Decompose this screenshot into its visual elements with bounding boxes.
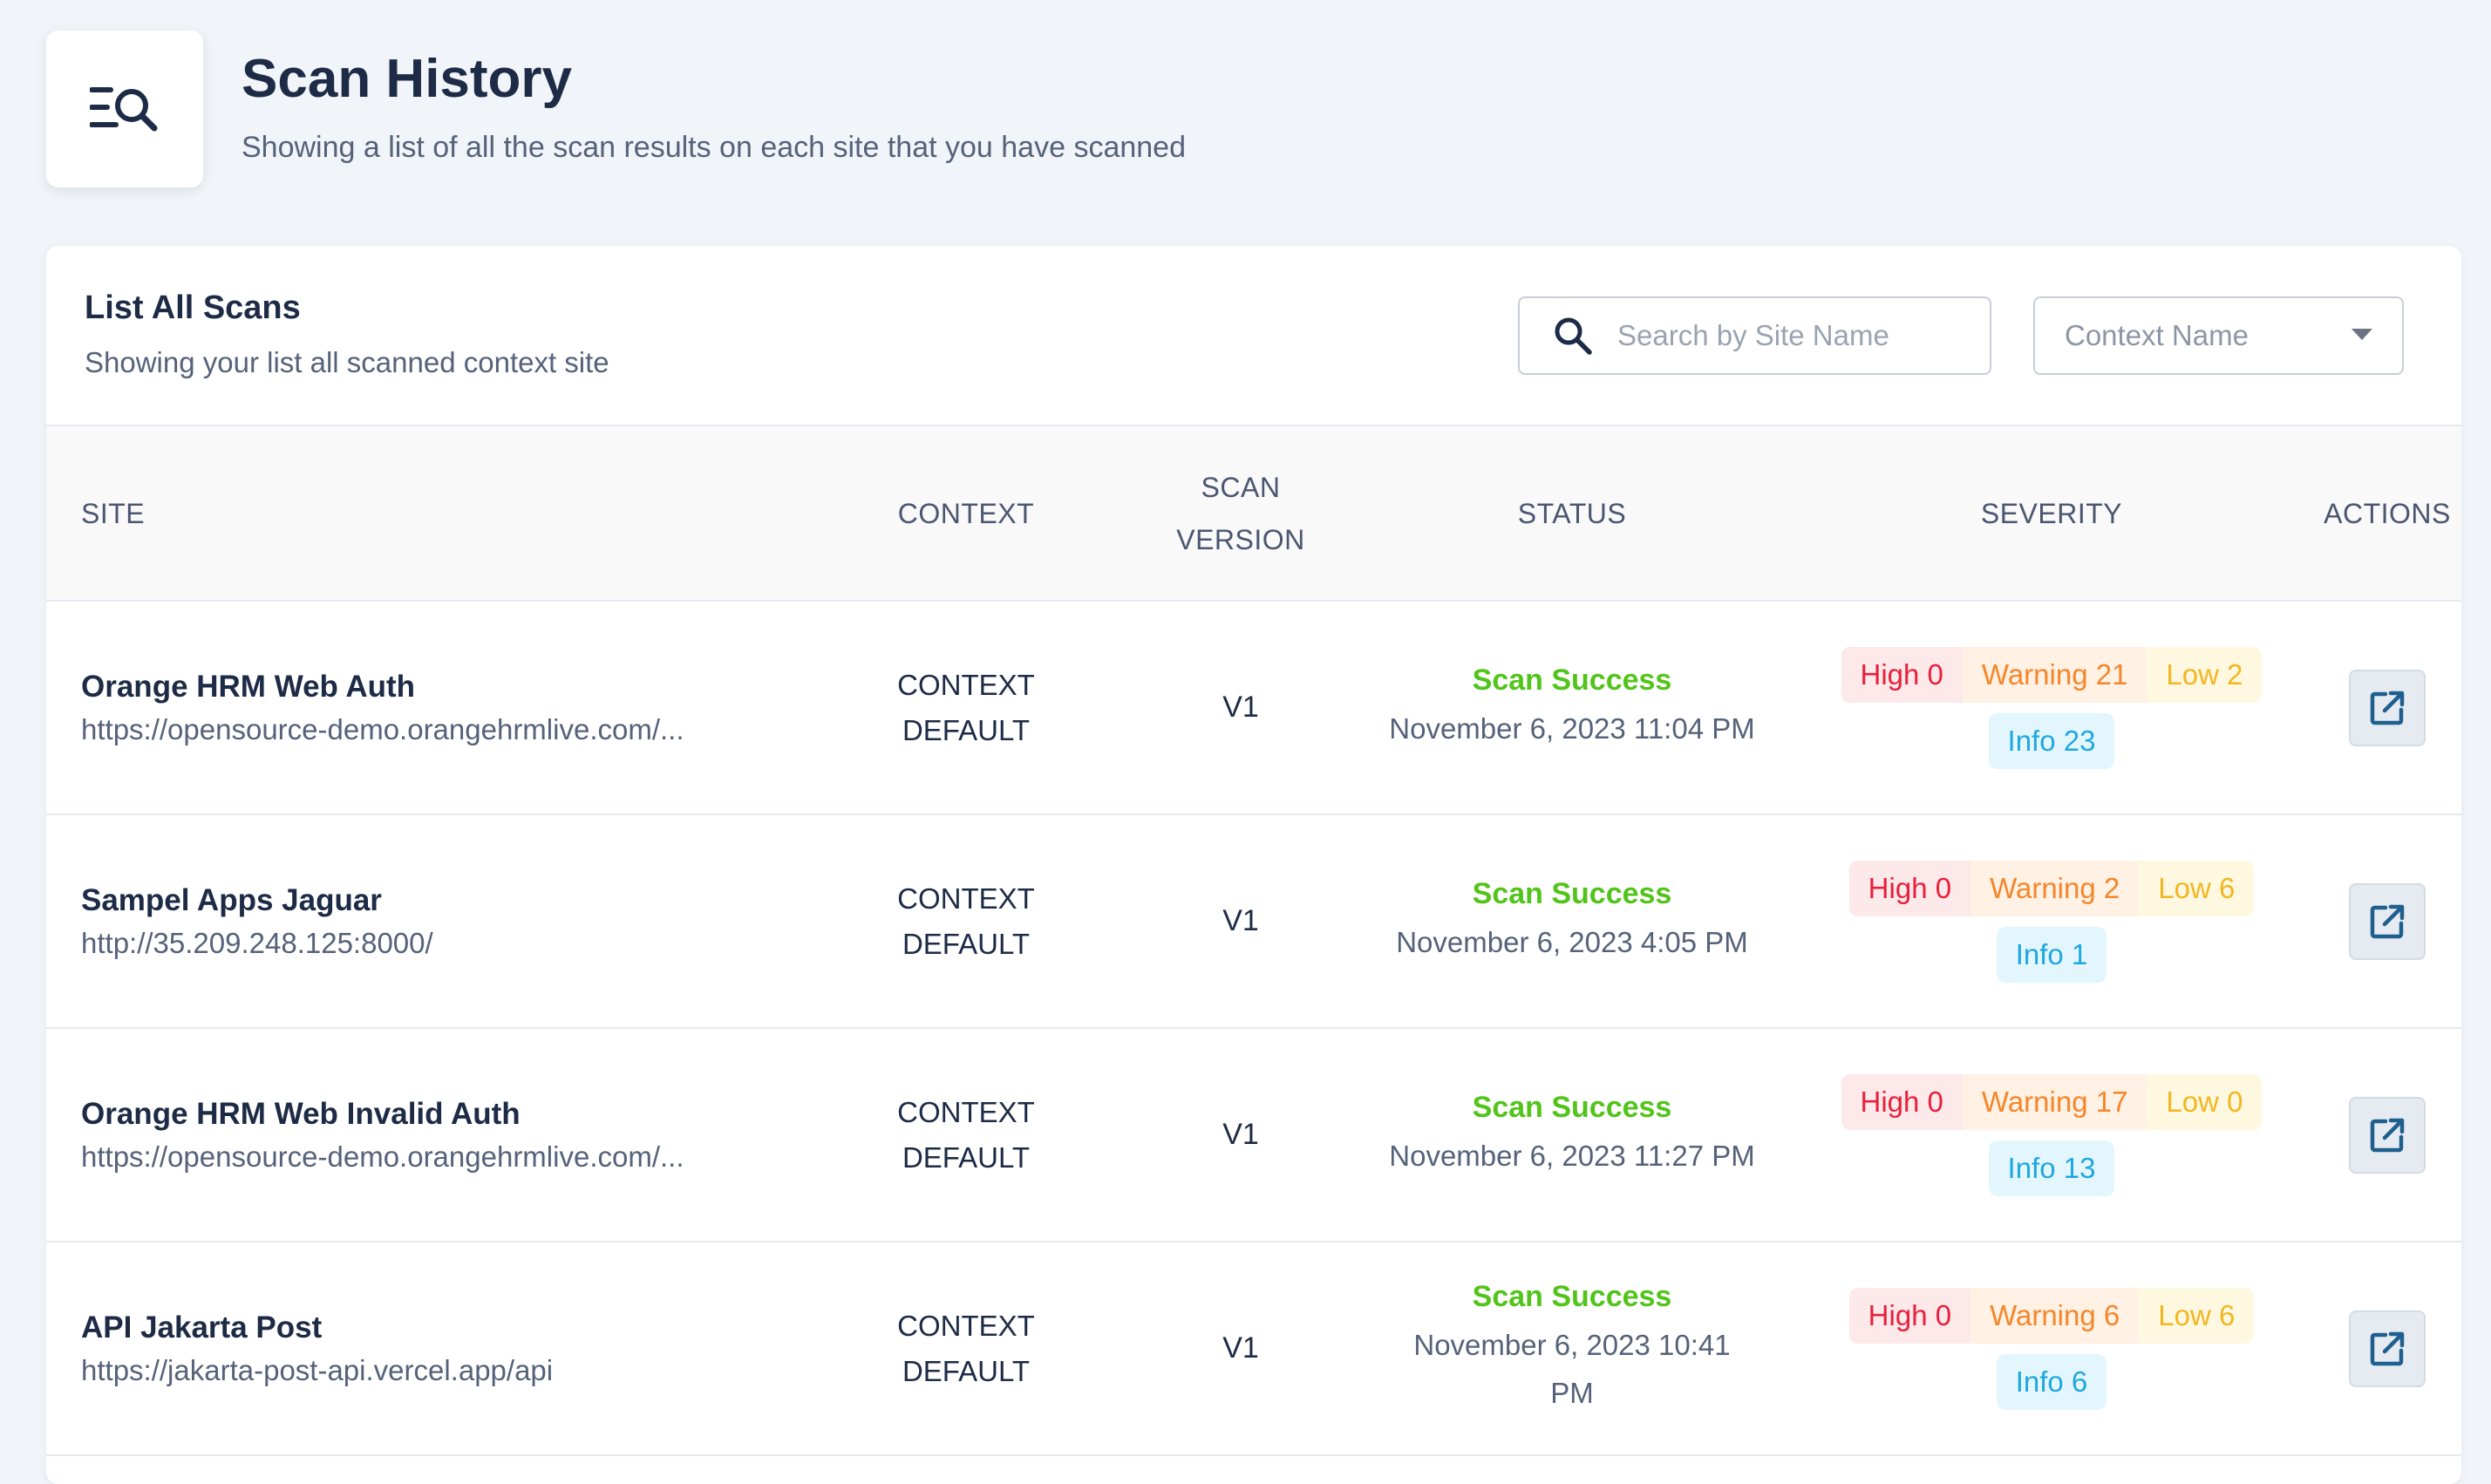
actions-cell <box>2313 1242 2461 1454</box>
site-cell: API Jakarta Post https://jakarta-post-ap… <box>81 1242 813 1454</box>
severity-warning-badge: Warning 17 <box>1962 1073 2147 1130</box>
column-header-scan-version-line1: SCAN <box>1201 471 1281 503</box>
severity-info-badge: Info 6 <box>1996 1353 2107 1410</box>
open-scan-button[interactable] <box>2349 1310 2426 1387</box>
column-header-actions: ACTIONS <box>2324 497 2451 529</box>
status-badge: Scan Success <box>1472 1280 1672 1313</box>
page-title: Scan History <box>242 49 573 109</box>
table-row: API Jakarta Post https://jakarta-post-ap… <box>46 1242 2461 1456</box>
context-cell: CONTEXT DEFAULT <box>848 602 1084 813</box>
status-cell: Scan Success November 6, 2023 4:05 PM <box>1363 815 1781 1027</box>
table-header: SITE CONTEXT SCAN VERSION STATUS SEVERIT… <box>46 425 2461 602</box>
scan-history-logo <box>46 31 203 187</box>
severity-warning-badge: Warning 2 <box>1970 860 2140 916</box>
severity-warning-badge: Warning 21 <box>1962 646 2147 703</box>
site-name: Sampel Apps Jaguar <box>81 882 382 917</box>
site-name: Orange HRM Web Auth <box>81 669 416 704</box>
scan-date: November 6, 2023 10:41 PM <box>1413 1329 1731 1409</box>
severity-high-badge: High 0 <box>1848 1287 1971 1344</box>
column-header-status: STATUS <box>1517 497 1627 529</box>
status-cell: Scan Success November 6, 2023 11:04 PM <box>1363 602 1781 813</box>
severity-low-badge: Low 6 <box>2139 860 2255 916</box>
page-subtitle: Showing a list of all the scan results o… <box>242 131 1186 164</box>
scan-version: V1 <box>1222 691 1259 724</box>
status-cell: Scan Success November 6, 2023 10:41 PM <box>1363 1242 1781 1454</box>
status-badge: Scan Success <box>1472 876 1672 910</box>
site-url: http://35.209.248.125:8000/ <box>81 926 433 959</box>
open-scan-button[interactable] <box>2349 882 2426 960</box>
scan-date: November 6, 2023 11:04 PM <box>1389 711 1755 745</box>
actions-cell <box>2313 602 2461 813</box>
severity-low-badge: Low 0 <box>2147 1073 2263 1130</box>
site-name: API Jakarta Post <box>81 1310 323 1344</box>
search-input[interactable] <box>1616 318 1950 353</box>
context-value: DEFAULT <box>902 713 1031 746</box>
site-name: Orange HRM Web Invalid Auth <box>81 1096 521 1131</box>
table-row: Orange HRM Web Auth https://opensource-d… <box>46 602 2461 815</box>
severity-cell: High 0 Warning 21 Low 2 Info 23 <box>1781 602 2322 813</box>
site-url: https://opensource-demo.orangehrmlive.co… <box>81 712 684 745</box>
severity-info-badge: Info 13 <box>1988 1140 2115 1196</box>
context-cell: CONTEXT DEFAULT <box>848 815 1084 1027</box>
column-header-context: CONTEXT <box>897 497 1035 529</box>
table-row: Sampel Apps Jaguar http://35.209.248.125… <box>46 815 2461 1029</box>
scan-version: V1 <box>1222 1118 1259 1151</box>
open-scan-button[interactable] <box>2349 669 2426 746</box>
table-row: Orange HRM Web Invalid Auth https://open… <box>46 1029 2461 1242</box>
scans-card: List All Scans Showing your list all sca… <box>46 246 2461 1484</box>
severity-cell: High 0 Warning 2 Low 6 Info 1 <box>1781 815 2322 1027</box>
severity-info-badge: Info 23 <box>1988 712 2115 769</box>
severity-high-badge: High 0 <box>1848 860 1971 916</box>
site-cell: Orange HRM Web Invalid Auth https://open… <box>81 1029 813 1241</box>
actions-cell <box>2313 815 2461 1027</box>
scan-version: V1 <box>1222 1331 1259 1365</box>
status-badge: Scan Success <box>1472 1090 1672 1124</box>
scan-history-icon <box>90 87 158 132</box>
severity-low-badge: Low 2 <box>2147 646 2263 703</box>
severity-high-badge: High 0 <box>1841 1073 1963 1130</box>
column-header-scan-version: SCAN VERSION <box>1127 426 1354 600</box>
scan-date: November 6, 2023 4:05 PM <box>1396 925 1748 958</box>
severity-cell: High 0 Warning 6 Low 6 Info 6 <box>1781 1242 2322 1454</box>
severity-cell: High 0 Warning 17 Low 0 Info 13 <box>1781 1029 2322 1241</box>
open-scan-button[interactable] <box>2349 1096 2426 1174</box>
context-label: CONTEXT <box>897 668 1035 701</box>
column-header-scan-version-line2: VERSION <box>1176 523 1305 555</box>
context-value: DEFAULT <box>902 1354 1031 1387</box>
open-external-icon <box>2370 1118 2405 1152</box>
context-value: DEFAULT <box>902 927 1031 960</box>
context-cell: CONTEXT DEFAULT <box>848 1029 1084 1241</box>
severity-warning-badge: Warning 6 <box>1970 1287 2140 1344</box>
context-label: CONTEXT <box>897 882 1035 915</box>
context-name-select[interactable]: Context Name <box>2033 296 2404 375</box>
severity-low-badge: Low 6 <box>2139 1287 2255 1344</box>
open-external-icon <box>2370 1331 2405 1365</box>
status-cell: Scan Success November 6, 2023 11:27 PM <box>1363 1029 1781 1241</box>
site-cell: Sampel Apps Jaguar http://35.209.248.125… <box>81 815 813 1027</box>
context-label: CONTEXT <box>897 1095 1035 1128</box>
site-url: https://jakarta-post-api.vercel.app/api <box>81 1353 554 1386</box>
chevron-down-icon <box>2351 328 2372 340</box>
site-cell: Orange HRM Web Auth https://opensource-d… <box>81 602 813 813</box>
context-select-placeholder: Context Name <box>2065 319 2249 351</box>
scan-date: November 6, 2023 11:27 PM <box>1389 1139 1755 1172</box>
card-title: List All Scans <box>85 289 301 326</box>
context-cell: CONTEXT DEFAULT <box>848 1242 1084 1454</box>
open-external-icon <box>2370 691 2405 725</box>
site-url: https://opensource-demo.orangehrmlive.co… <box>81 1140 684 1173</box>
card-subtitle: Showing your list all scanned context si… <box>85 346 609 378</box>
context-value: DEFAULT <box>902 1140 1031 1174</box>
context-label: CONTEXT <box>897 1309 1035 1342</box>
search-icon <box>1553 316 1593 356</box>
actions-cell <box>2313 1029 2461 1241</box>
search-box[interactable] <box>1518 296 1991 375</box>
severity-high-badge: High 0 <box>1841 646 1963 703</box>
column-header-site: SITE <box>81 497 146 529</box>
scan-version: V1 <box>1222 904 1259 937</box>
column-header-severity: SEVERITY <box>1980 497 2123 529</box>
status-badge: Scan Success <box>1472 663 1672 697</box>
severity-info-badge: Info 1 <box>1996 926 2107 983</box>
open-external-icon <box>2370 904 2405 938</box>
